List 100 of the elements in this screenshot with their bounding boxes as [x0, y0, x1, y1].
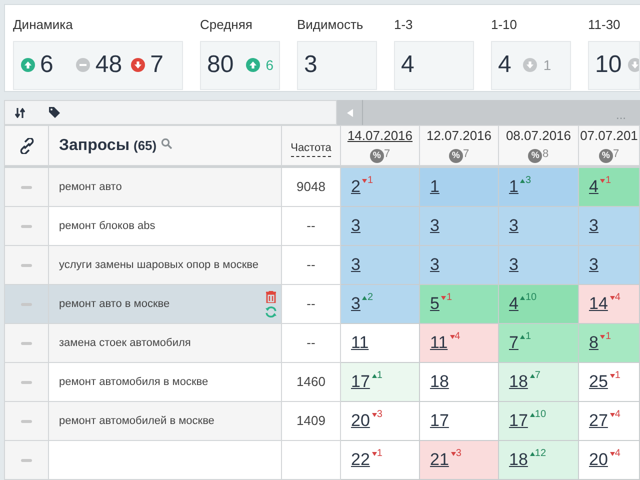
position-change: 1: [605, 175, 612, 187]
query-text: ремонт блоков abs: [59, 220, 156, 232]
stat-change: 6: [266, 56, 274, 74]
position-link[interactable]: 5: [430, 294, 440, 314]
position-change: 1: [376, 370, 382, 382]
stat-label: Видимость: [297, 16, 364, 34]
position-link[interactable]: 18: [509, 372, 528, 392]
stat-change: 1: [543, 56, 552, 74]
position-change: 4: [614, 409, 620, 421]
trash-icon[interactable]: [266, 290, 276, 302]
date-header[interactable]: 08.07.2016: [506, 126, 572, 146]
percent-badge: %: [448, 148, 463, 162]
stat-value: 3: [304, 50, 318, 80]
frequency-text: 9048: [296, 178, 326, 196]
position-link[interactable]: 3: [430, 216, 440, 236]
query-text: замена стоек автомобиля: [59, 337, 191, 349]
frequency-text: --: [306, 295, 316, 314]
position-link[interactable]: 3: [351, 294, 360, 314]
minus-icon[interactable]: [21, 342, 32, 344]
link-icon[interactable]: [18, 138, 34, 154]
query-text: ремонт автомобилей в москве: [59, 415, 214, 427]
stat-label: 1-10: [491, 16, 518, 34]
position-change: 10: [525, 292, 537, 304]
percent-badge: %: [598, 148, 613, 162]
percent-value: 7: [462, 146, 470, 162]
percent-badge: %: [370, 148, 384, 162]
position-link[interactable]: 21: [430, 450, 449, 470]
queries-header: Запросы: [59, 136, 130, 156]
stat-value: 7: [150, 50, 164, 80]
date-header[interactable]: 14.07.2016: [347, 126, 413, 146]
frequency-text: 1460: [296, 373, 326, 392]
position-link[interactable]: 4: [589, 177, 598, 197]
stat-label: 1-3: [394, 16, 414, 34]
position-link[interactable]: 3: [430, 255, 440, 275]
position-link[interactable]: 3: [351, 255, 360, 275]
stat-value: 4: [401, 50, 414, 80]
position-link[interactable]: 8: [589, 333, 598, 353]
date-header[interactable]: 07.07.201: [580, 126, 638, 146]
minus-icon[interactable]: [21, 420, 32, 422]
position-link[interactable]: 3: [509, 255, 518, 275]
position-link[interactable]: 2: [351, 177, 360, 197]
stat-value: 10: [595, 50, 622, 80]
position-link[interactable]: 4: [509, 294, 518, 314]
query-text: ремонт авто: [59, 181, 122, 193]
position-change: 1: [605, 331, 612, 343]
search-icon[interactable]: [160, 138, 172, 149]
query-text: ремонт автомобиля в москве: [59, 376, 208, 388]
position-link[interactable]: 3: [589, 216, 598, 236]
position-change: 1: [446, 292, 452, 304]
tag-icon[interactable]: [49, 107, 60, 118]
frequency-text: 1409: [296, 412, 326, 430]
position-link[interactable]: 18: [430, 372, 449, 392]
position-link[interactable]: 17: [351, 372, 370, 392]
position-link[interactable]: 27: [589, 411, 608, 431]
position-link[interactable]: 11: [351, 333, 369, 353]
position-link[interactable]: 20: [351, 411, 370, 431]
position-link[interactable]: 1: [430, 177, 440, 197]
position-change: 3: [525, 175, 532, 187]
minus-icon[interactable]: [21, 380, 32, 384]
frequency-text: --: [306, 256, 316, 274]
minus-icon[interactable]: [21, 186, 32, 188]
position-link[interactable]: 3: [589, 255, 598, 275]
position-link[interactable]: 22: [351, 450, 370, 470]
minus-icon[interactable]: [21, 224, 32, 228]
position-link[interactable]: 14: [589, 294, 608, 314]
position-change: 12: [534, 448, 546, 460]
percent-value: 7: [384, 146, 390, 162]
position-change: 1: [367, 175, 374, 187]
position-link[interactable]: 17: [430, 411, 449, 431]
position-link[interactable]: 3: [351, 216, 360, 236]
position-change: 3: [456, 448, 462, 460]
date-header[interactable]: 12.07.2016: [426, 126, 492, 146]
stat-label: Средняя: [200, 16, 254, 34]
position-link[interactable]: 17: [509, 411, 528, 431]
position-link[interactable]: 7: [509, 333, 518, 353]
stat-label: 11-30: [588, 16, 622, 34]
position-link[interactable]: 1: [509, 177, 518, 197]
position-change: 4: [454, 331, 460, 343]
minus-icon[interactable]: [21, 458, 32, 462]
position-change: 10: [534, 409, 546, 421]
position-change: 4: [614, 292, 620, 304]
stat-label: Динамика: [13, 16, 74, 34]
position-link[interactable]: 20: [589, 450, 608, 470]
minus-icon[interactable]: [21, 264, 32, 266]
position-link[interactable]: 25: [589, 372, 608, 392]
stat-value: 6: [40, 50, 54, 80]
queries-count: (65): [133, 136, 157, 155]
query-text: услуги замены шаровых опор в москве: [59, 259, 258, 271]
refresh-icon[interactable]: [265, 306, 277, 318]
position-link[interactable]: 3: [509, 216, 518, 236]
position-change: 1: [614, 370, 620, 382]
position-link[interactable]: 11: [430, 333, 448, 353]
sort-icon[interactable]: [15, 108, 25, 118]
position-change: 1: [376, 448, 382, 460]
position-change: 4: [614, 448, 620, 460]
percent-badge: %: [528, 148, 542, 162]
percent-value: 8: [542, 146, 549, 162]
position-link[interactable]: 18: [509, 450, 528, 470]
frequency-text: --: [306, 334, 316, 352]
stat-value: 48: [95, 50, 122, 80]
